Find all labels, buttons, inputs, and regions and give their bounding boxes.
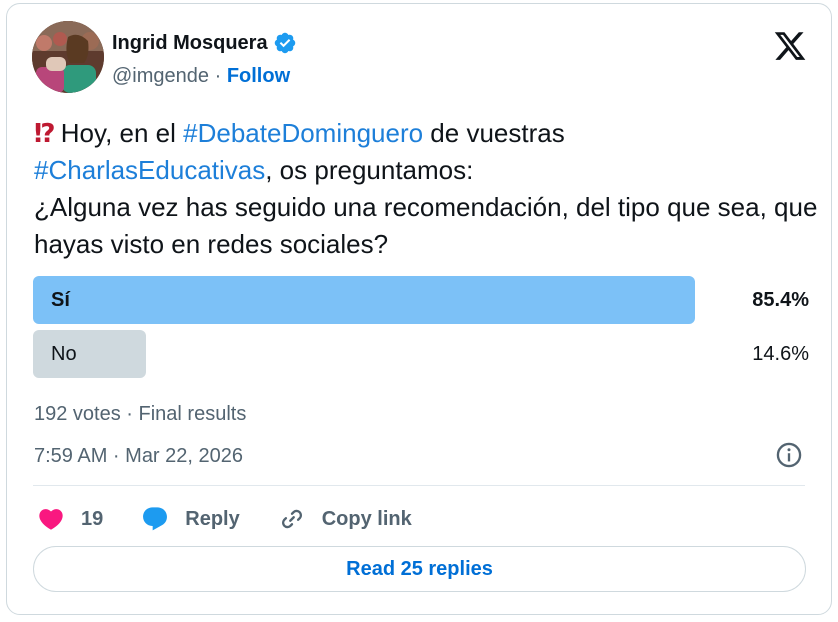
hashtag-link-charlas[interactable]: #CharlasEducativas — [34, 155, 265, 185]
poll-option-no: No 14.6% — [33, 330, 809, 378]
read-replies-button[interactable]: Read 25 replies — [33, 546, 806, 592]
reply-bubble-icon — [143, 507, 168, 531]
poll-bar-si — [33, 276, 695, 324]
poll: Sí 85.4% No 14.6% — [33, 276, 809, 384]
poll-percent-no: 14.6% — [752, 343, 809, 365]
author-name[interactable]: Ingrid Mosquera — [112, 32, 268, 55]
author-handle-row: @imgende · Follow — [112, 65, 290, 88]
divider — [33, 485, 805, 486]
action-bar: 19 Reply Copy link — [37, 501, 450, 537]
like-count: 19 — [81, 507, 104, 530]
tweet-text-part-2: de vuestras — [423, 118, 565, 148]
like-button[interactable]: 19 — [37, 505, 103, 533]
info-icon[interactable] — [775, 441, 803, 469]
exclamation-question-icon: ⁉ — [34, 118, 56, 148]
x-logo-icon[interactable] — [773, 29, 807, 63]
reply-button[interactable]: Reply — [141, 505, 240, 533]
handle-separator: · — [209, 65, 227, 87]
tweet-text-part-1: Hoy, en el — [53, 118, 184, 148]
avatar[interactable] — [32, 21, 104, 93]
verified-badge-icon — [273, 31, 297, 55]
poll-bar-no — [33, 330, 147, 378]
tweet-header: Ingrid Mosquera @imgende · Follow — [32, 21, 811, 97]
heart-icon — [39, 509, 63, 530]
poll-option-si: Sí 85.4% — [33, 276, 809, 324]
hashtag-link-debate[interactable]: #DebateDominguero — [183, 118, 423, 148]
author-name-row: Ingrid Mosquera — [112, 31, 297, 55]
tweet-text-part-3: , os preguntamos: — [265, 155, 474, 185]
copy-link-label: Copy link — [321, 507, 412, 530]
reply-label: Reply — [185, 507, 240, 530]
copy-link-button[interactable]: Copy link — [278, 505, 412, 533]
poll-label-si: Sí — [51, 289, 70, 311]
poll-percent-si: 85.4% — [752, 289, 809, 311]
tweet-card: Ingrid Mosquera @imgende · Follow ⁉ Hoy,… — [6, 3, 832, 615]
tweet-text: ⁉ Hoy, en el #DebateDominguero de vuestr… — [34, 115, 824, 263]
poll-summary: 192 votes · Final results — [34, 403, 247, 425]
link-icon — [281, 509, 302, 529]
tweet-text-question: ¿Alguna vez has seguido una recomendació… — [34, 192, 818, 259]
poll-label-no: No — [51, 343, 77, 365]
avatar-image — [32, 21, 104, 93]
follow-button[interactable]: Follow — [227, 65, 290, 87]
tweet-timestamp[interactable]: 7:59 AM · Mar 22, 2026 — [34, 445, 243, 468]
author-handle[interactable]: @imgende — [112, 65, 209, 87]
